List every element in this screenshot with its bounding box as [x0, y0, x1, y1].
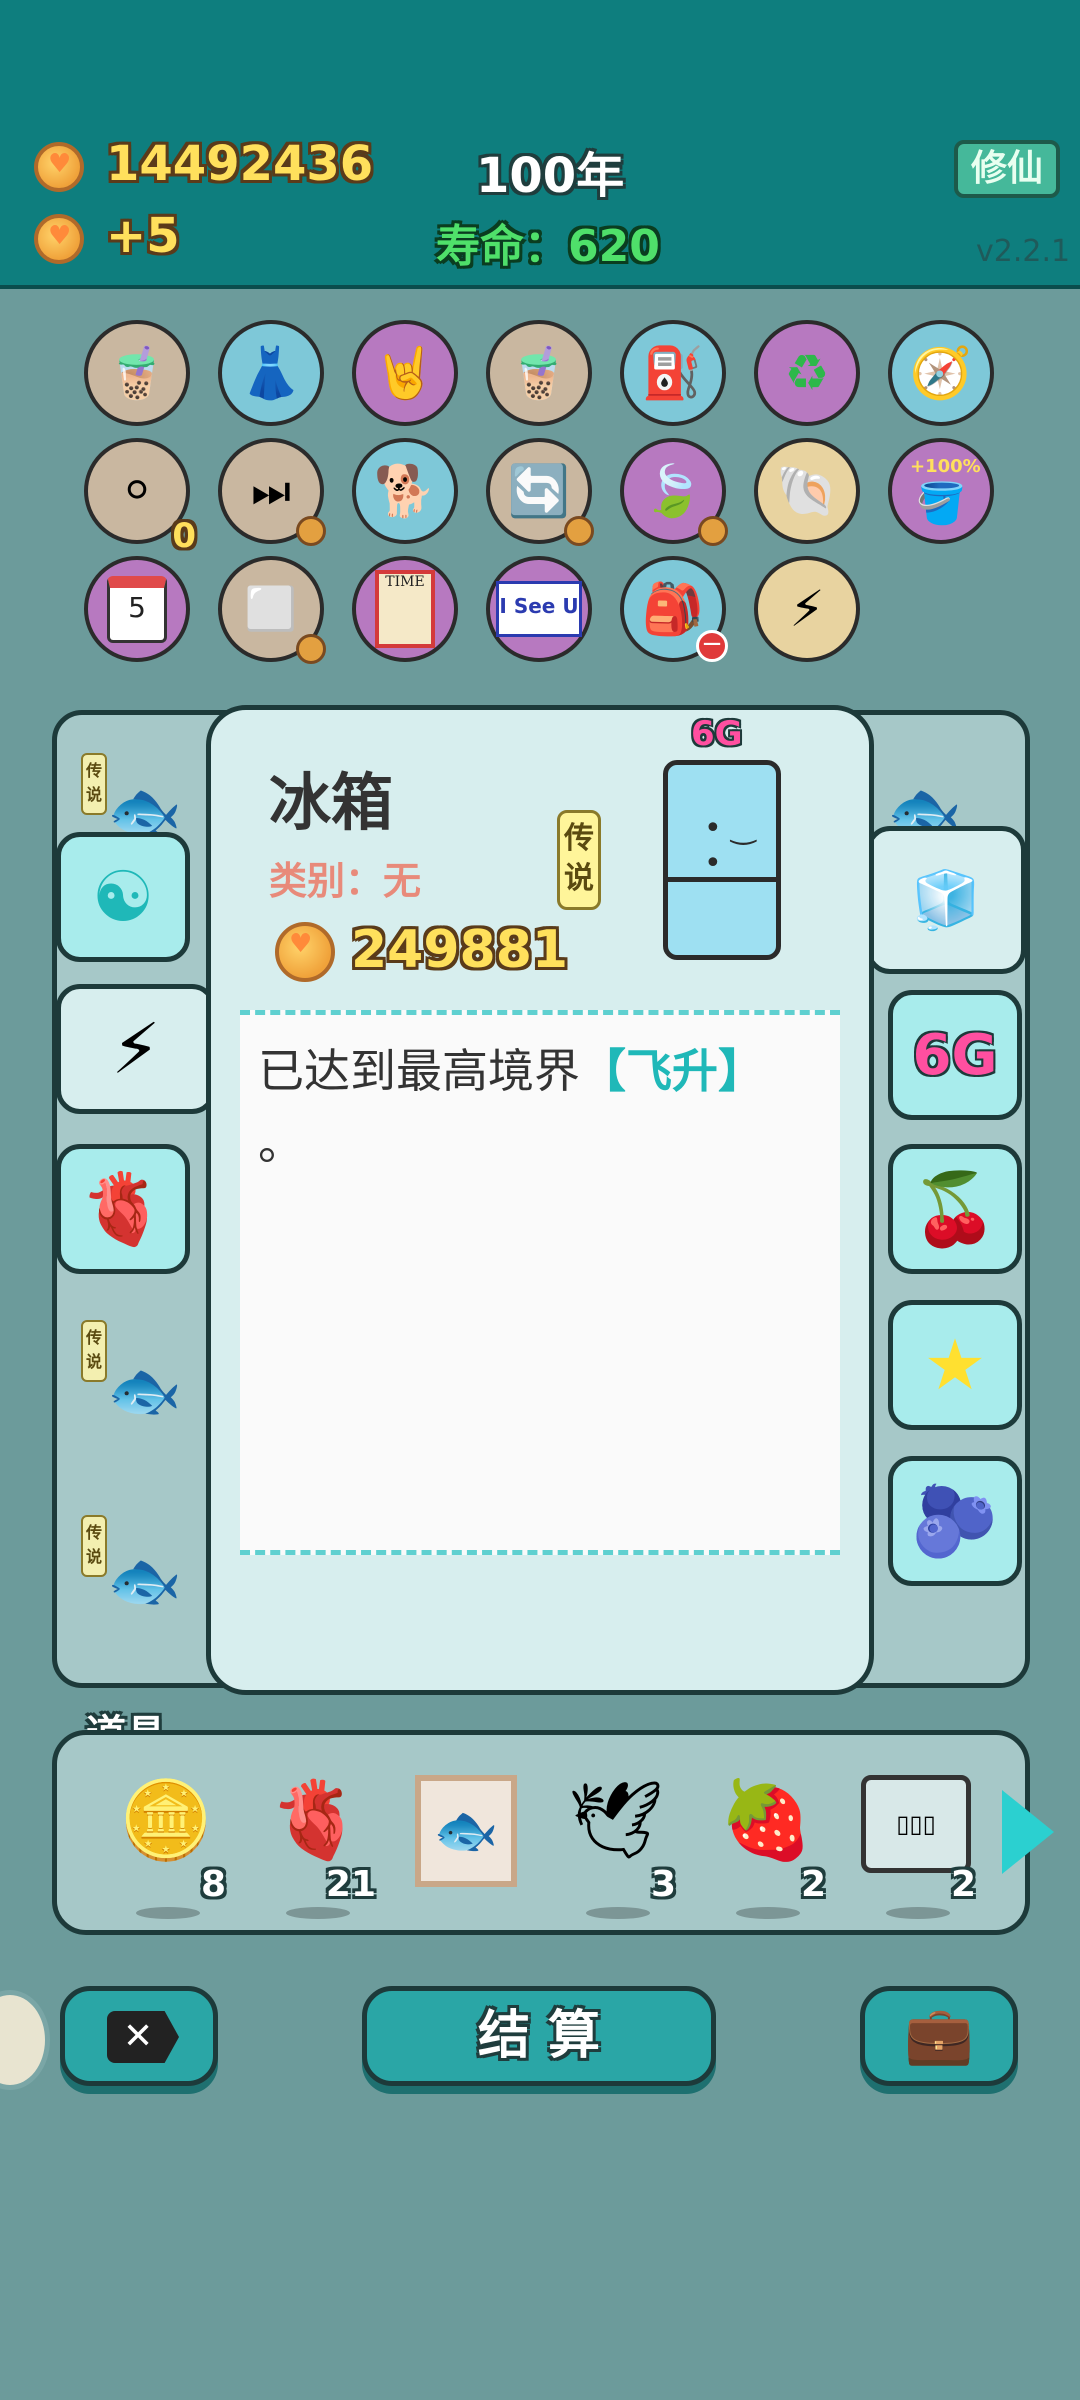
- tab-star[interactable]: ★: [888, 1300, 1022, 1430]
- tab-fridge[interactable]: 🧊: [866, 826, 1026, 974]
- tab-yin-yang[interactable]: ☯: [56, 832, 190, 962]
- bubble-tea-upgrade-2-icon[interactable]: 🧋: [486, 320, 592, 426]
- tab-lychee[interactable]: 🍒: [888, 1144, 1022, 1274]
- shell-upgrade-icon[interactable]: 🐚: [754, 438, 860, 544]
- income-rate: +5: [106, 208, 180, 264]
- 6g-icon: 6G: [912, 1022, 998, 1088]
- pump-upgrade-icon[interactable]: ⛽: [620, 320, 726, 426]
- lightning-icon: ⚡: [111, 1008, 161, 1090]
- coin-badge-icon: [296, 634, 326, 664]
- bubble-tea-upgrade-icon[interactable]: 🧋: [84, 320, 190, 426]
- pigeon-icon: 🕊: [567, 1775, 665, 1864]
- tab-lightning[interactable]: ⚡: [56, 984, 216, 1114]
- rarity-tag: 传说: [557, 810, 601, 910]
- item-count: 3: [650, 1864, 676, 1905]
- remove-badge-icon[interactable]: −: [696, 630, 728, 662]
- blueberry-icon: 🫐: [911, 1479, 999, 1562]
- item-slot[interactable]: 🕊 3: [556, 1775, 676, 1919]
- cabinet-icon: ▯▯▯: [861, 1775, 971, 1873]
- year-counter: 100年: [476, 148, 625, 204]
- bag-upgrade-icon[interactable]: 🎒 −: [620, 556, 728, 662]
- coin-icon: [34, 142, 84, 192]
- rarity-tag: 传说: [81, 1515, 107, 1577]
- income-coin-icon: [34, 214, 84, 264]
- lifespan-value: 620: [568, 221, 660, 272]
- calendar-day: 5: [107, 575, 167, 643]
- leaf-upgrade-icon[interactable]: 🍃: [620, 438, 728, 546]
- coin-badge-icon: [296, 516, 326, 546]
- item-description-box: 已达到最高境界【飞升】 。: [240, 1010, 840, 1555]
- framed-fish-icon: 🐟: [415, 1775, 517, 1887]
- liver-icon: 🫀: [79, 1167, 167, 1250]
- item-slot[interactable]: ▯▯▯ 2: [856, 1775, 976, 1919]
- item-count: 8: [200, 1864, 226, 1905]
- fridge-small-icon: 🧊: [911, 868, 981, 933]
- bucket-bonus-label: +100%: [910, 456, 981, 477]
- item-tag-6g: 6G: [691, 714, 743, 754]
- avatar[interactable]: [0, 1990, 50, 2090]
- rarity-tag: 传说: [81, 1320, 107, 1382]
- refresh-upgrade-icon[interactable]: 🔄: [486, 438, 594, 546]
- coin-badge-icon: [698, 516, 728, 546]
- bucket-upgrade-icon[interactable]: +100% 🪣: [888, 438, 994, 544]
- description-text: 已达到最高境界: [258, 1044, 580, 1098]
- tab-6g[interactable]: 6G: [888, 990, 1022, 1120]
- inventory-button[interactable]: 💼: [860, 1986, 1018, 2086]
- fridge-icon: • ‿ •: [663, 760, 781, 960]
- cubes-upgrade-icon[interactable]: ⬜: [218, 556, 326, 664]
- yin-yang-icon: ☯: [91, 856, 155, 938]
- skip-upgrade-icon[interactable]: ⏭: [218, 438, 326, 546]
- fish-icon: 🐟: [107, 1546, 182, 1616]
- skirt-upgrade-icon[interactable]: 👗: [218, 320, 324, 426]
- coin-badge-icon: [564, 516, 594, 546]
- cool-dog-upgrade-icon[interactable]: 🐕: [352, 438, 458, 544]
- close-button[interactable]: ✕: [60, 1986, 218, 2086]
- compass-upgrade-icon[interactable]: 🧭: [888, 320, 994, 426]
- egg-tray-count: 0: [172, 516, 196, 556]
- time-magazine-upgrade-icon[interactable]: TIME: [352, 556, 458, 662]
- settle-button[interactable]: 结 算: [362, 1986, 716, 2086]
- lightning-upgrade-icon[interactable]: ⚡: [754, 556, 860, 662]
- lychee-icon: 🍒: [911, 1167, 999, 1250]
- version-label: v2.2.1: [976, 234, 1071, 269]
- item-slot[interactable]: 🪙 8: [106, 1775, 226, 1919]
- item-slot[interactable]: 🐟: [406, 1775, 526, 1905]
- item-count: 21: [325, 1864, 376, 1905]
- rarity-tag: 传说: [81, 753, 107, 815]
- item-title: 冰箱: [269, 766, 394, 839]
- item-count: 2: [950, 1864, 976, 1905]
- egg-tray-upgrade-icon[interactable]: ⚪ 0: [84, 438, 196, 556]
- item-category: 类别：无: [269, 859, 422, 903]
- tab-blueberry[interactable]: 🫐: [888, 1456, 1022, 1586]
- lifespan-label: 寿命：: [436, 221, 568, 272]
- item-slot[interactable]: 🫀 21: [256, 1775, 376, 1919]
- top-bar: 14492436 +5 100年 寿命：620 修仙 v2.2.1: [0, 0, 1080, 289]
- tab-liver[interactable]: 🫀: [56, 1144, 190, 1274]
- isee-u-upgrade-icon[interactable]: I See U: [486, 556, 592, 662]
- isee-u-label: I See U: [496, 581, 582, 637]
- price-coin-icon: [275, 922, 335, 982]
- coin-dollar-icon: 🪙: [118, 1775, 214, 1864]
- liver-icon: 🫀: [268, 1775, 364, 1864]
- briefcase-icon: 💼: [904, 2003, 974, 2068]
- calendar-upgrade-icon[interactable]: 5: [84, 556, 190, 662]
- star-icon: ★: [923, 1324, 987, 1406]
- item-count: 2: [800, 1864, 826, 1905]
- description-highlight: 【飞升】: [580, 1044, 764, 1098]
- lifespan: 寿命：620: [436, 210, 660, 274]
- strawberry-icon: 🍓: [718, 1775, 814, 1864]
- description-end: 。: [258, 1116, 304, 1170]
- settle-label: 结 算: [477, 2006, 601, 2066]
- time-magazine-label: TIME: [375, 570, 435, 648]
- recycle-upgrade-icon[interactable]: ♻: [754, 320, 860, 426]
- close-icon: ✕: [107, 2011, 179, 2063]
- fish-icon: 🐟: [107, 1356, 182, 1426]
- coin-total: 14492436: [106, 136, 374, 192]
- cultivate-button[interactable]: 修仙: [954, 140, 1060, 198]
- items-next-arrow-icon[interactable]: [1002, 1790, 1054, 1874]
- item-price: 249881: [351, 920, 569, 980]
- item-slot[interactable]: 🍓 2: [706, 1775, 826, 1919]
- rock-hand-upgrade-icon[interactable]: 🤘: [352, 320, 458, 426]
- item-description: 已达到最高境界【飞升】 。: [258, 1035, 828, 1179]
